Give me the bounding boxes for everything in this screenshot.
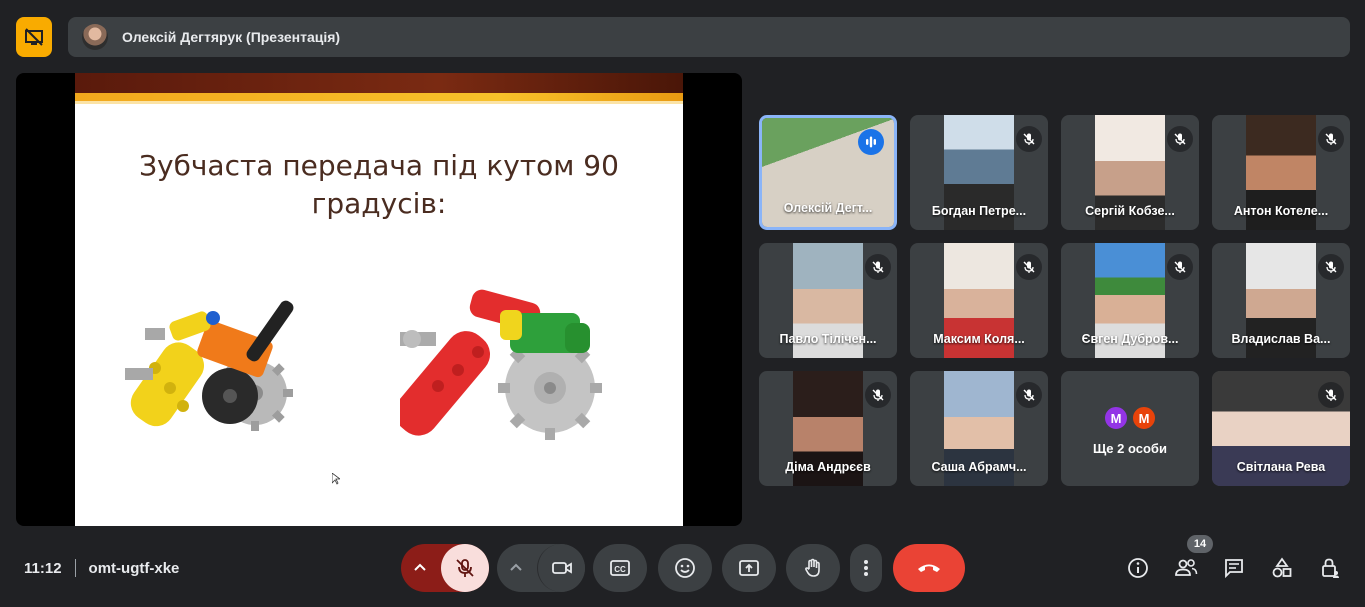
- participant-name: Євген Дубров...: [1081, 332, 1179, 346]
- shapes-icon: [1272, 557, 1292, 578]
- mouse-cursor-icon: [332, 473, 340, 485]
- slide: Зубчаста передача під кутом 90 градусів:: [75, 73, 683, 526]
- participant-name: Владислав Ва...: [1231, 332, 1331, 346]
- mic-off-icon: [1318, 126, 1344, 152]
- chat-button[interactable]: [1219, 553, 1249, 583]
- participant-tile[interactable]: Павло Тілічен...: [759, 243, 897, 358]
- lock-person-icon: [1322, 558, 1339, 578]
- call-end-icon: [918, 564, 940, 572]
- activities-button[interactable]: [1267, 553, 1297, 583]
- participant-tile[interactable]: Антон Котеле...: [1212, 115, 1350, 230]
- mic-off-icon: [1016, 382, 1042, 408]
- participant-name: Саша Абрамч...: [931, 460, 1027, 474]
- camera-button[interactable]: [537, 544, 585, 592]
- participant-tile[interactable]: Сергій Кобзе...: [1061, 115, 1199, 230]
- microphone-control: [401, 544, 489, 592]
- people-button[interactable]: [1171, 553, 1201, 583]
- slide-header-band: [75, 73, 683, 93]
- slide-accent-band: [75, 93, 683, 101]
- meeting-info: 11:12 omt-ugtf-xke: [24, 559, 179, 577]
- meeting-details-button[interactable]: [1123, 553, 1153, 583]
- more-options-button[interactable]: [850, 544, 882, 592]
- participant-name: Олексій Дегт...: [783, 201, 873, 215]
- meeting-info-separator: [74, 559, 76, 577]
- avatar: М: [1131, 405, 1157, 431]
- presentation-badge[interactable]: [16, 17, 52, 57]
- mic-off-icon: [456, 559, 474, 577]
- presentation-off-icon: [25, 28, 43, 46]
- host-controls-button[interactable]: [1315, 553, 1345, 583]
- avatar: М: [1103, 405, 1129, 431]
- presentation-bar[interactable]: Олексій Дегтярук (Презентація): [68, 17, 1350, 57]
- people-count-badge: 14: [1187, 535, 1213, 553]
- participant-name: Світлана Рева: [1236, 460, 1326, 474]
- participant-tile[interactable]: Богдан Петре...: [910, 115, 1048, 230]
- mic-off-icon: [1016, 254, 1042, 280]
- camera-control: [497, 544, 585, 592]
- participant-tile[interactable]: Максим Коля...: [910, 243, 1048, 358]
- mic-options-chevron-icon[interactable]: [411, 559, 429, 577]
- more-participants-tile[interactable]: М М Ще 2 особи: [1061, 371, 1199, 486]
- participant-tile[interactable]: Світлана Рева: [1212, 371, 1350, 486]
- lego-gear-yellow-image: [125, 300, 294, 431]
- more-vert-icon: [864, 560, 868, 576]
- chat-icon: [1225, 559, 1243, 579]
- presentation-title: Олексій Дегтярук (Презентація): [122, 29, 341, 45]
- end-call-button[interactable]: [893, 544, 965, 592]
- slide-title: Зубчаста передача під кутом 90 градусів:: [139, 149, 619, 220]
- meeting-time: 11:12: [24, 559, 62, 577]
- participant-tile[interactable]: Владислав Ва...: [1212, 243, 1350, 358]
- participant-tile[interactable]: Євген Дубров...: [1061, 243, 1199, 358]
- present-screen-icon: [739, 560, 759, 576]
- more-participants-label: Ще 2 особи: [1093, 441, 1167, 456]
- presenter-avatar: [82, 24, 108, 50]
- reactions-button[interactable]: [658, 544, 712, 592]
- participant-name: Богдан Петре...: [931, 204, 1027, 218]
- camera-options-chevron-icon[interactable]: [507, 559, 525, 577]
- participant-name: Максим Коля...: [933, 332, 1025, 346]
- mic-off-icon: [865, 382, 891, 408]
- mic-off-icon: [1167, 254, 1193, 280]
- participant-tile[interactable]: Олексій Дегт...: [759, 115, 897, 230]
- video-camera-icon: [551, 562, 572, 574]
- participant-name: Павло Тілічен...: [779, 332, 877, 346]
- closed-captions-icon: CC: [610, 560, 630, 576]
- slide-accent-line: [75, 101, 683, 104]
- info-icon: [1128, 558, 1148, 578]
- present-screen-button[interactable]: [722, 544, 776, 592]
- mute-button[interactable]: [441, 544, 489, 592]
- svg-text:CC: CC: [614, 565, 626, 574]
- speaking-indicator-icon: [858, 129, 884, 155]
- mic-off-icon: [1016, 126, 1042, 152]
- presentation-stage[interactable]: Зубчаста передача під кутом 90 градусів:: [16, 73, 742, 526]
- captions-button[interactable]: CC: [593, 544, 647, 592]
- participant-name: Сергій Кобзе...: [1085, 204, 1175, 218]
- mic-off-icon: [1167, 126, 1193, 152]
- hand-icon: [805, 558, 820, 577]
- mic-off-icon: [1318, 382, 1344, 408]
- participant-tile[interactable]: Діма Андрєєв: [759, 371, 897, 486]
- mic-off-icon: [865, 254, 891, 280]
- raise-hand-button[interactable]: [786, 544, 840, 592]
- mic-off-icon: [1318, 254, 1344, 280]
- more-participants-avatars: М М: [1061, 405, 1199, 431]
- participant-name: Діма Андрєєв: [785, 460, 871, 474]
- meeting-code[interactable]: omt-ugtf-xke: [89, 560, 180, 577]
- participant-name: Антон Котеле...: [1233, 204, 1329, 218]
- participant-tile[interactable]: Саша Абрамч...: [910, 371, 1048, 486]
- people-icon: [1175, 559, 1198, 576]
- lego-gear-red-image: [400, 289, 602, 440]
- emoji-icon: [675, 558, 695, 578]
